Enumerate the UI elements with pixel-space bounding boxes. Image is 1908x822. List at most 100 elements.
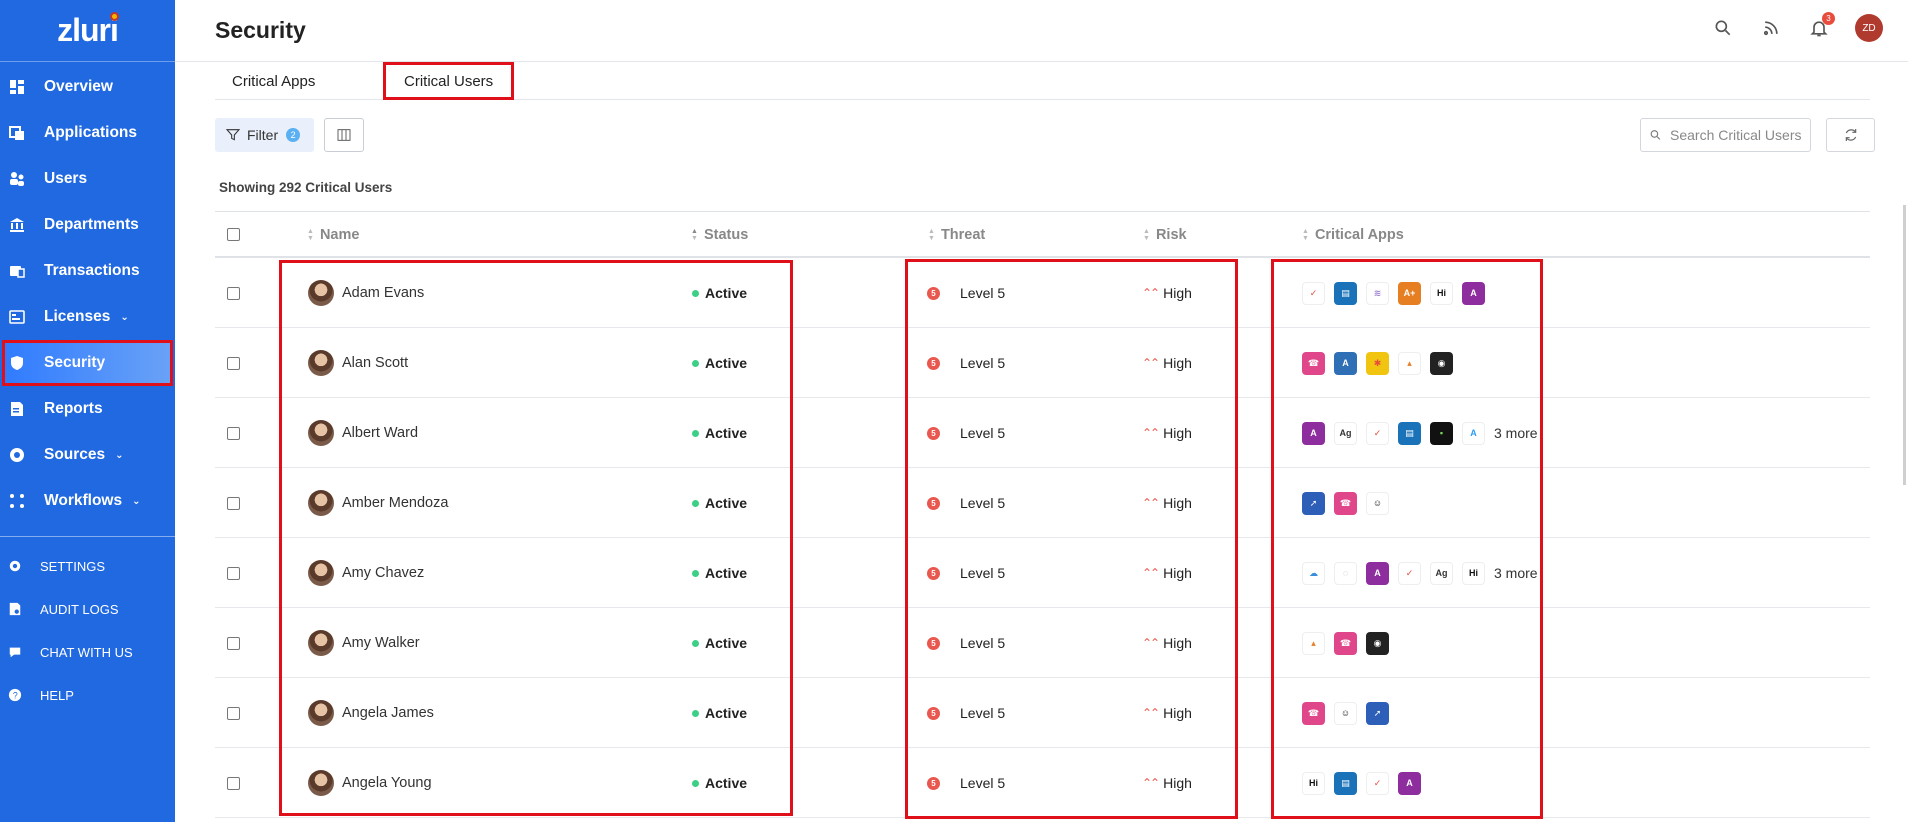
critical-app-icon[interactable]: ✓ (1398, 561, 1421, 585)
critical-app-icon[interactable]: ▤ (1334, 281, 1357, 305)
row-checkbox[interactable] (227, 286, 240, 300)
critical-app-icon[interactable]: A (1334, 351, 1357, 375)
more-apps-link[interactable]: 3 more (1494, 565, 1538, 581)
table-row[interactable]: Albert Ward Active 5 Level 5 ⌃⌃ High A Ag… (215, 398, 1870, 468)
sidebar-item-users[interactable]: Users (0, 156, 175, 202)
user-name[interactable]: Angela James (342, 705, 434, 721)
critical-app-icon[interactable]: ☺ (1366, 491, 1389, 515)
user-name[interactable]: Alan Scott (342, 355, 408, 371)
critical-app-icon[interactable]: ✓ (1302, 281, 1325, 305)
user-name[interactable]: Albert Ward (342, 425, 418, 441)
critical-app-icon[interactable]: Hi (1302, 771, 1325, 795)
sidebar-item-sources[interactable]: Sources ⌄ (0, 432, 175, 478)
column-header-critical-apps[interactable]: ▲ ▼ Critical Apps (1302, 212, 1404, 257)
sidebar-item-overview[interactable]: Overview (0, 64, 175, 110)
row-checkbox[interactable] (227, 776, 240, 790)
critical-app-icon[interactable]: ▤ (1398, 421, 1421, 445)
user-cell[interactable]: Amber Mendoza (308, 468, 448, 538)
column-header-risk[interactable]: ▲ ▼ Risk (1143, 212, 1187, 257)
sidebar-item-transactions[interactable]: Transactions (0, 248, 175, 294)
sidebar-item-departments[interactable]: Departments (0, 202, 175, 248)
user-cell[interactable]: Amy Walker (308, 608, 420, 678)
table-row[interactable]: Amy Chavez Active 5 Level 5 ⌃⌃ High ☁ ◌ A ✓… (215, 538, 1870, 608)
row-checkbox[interactable] (227, 496, 240, 510)
row-checkbox[interactable] (227, 706, 240, 720)
row-checkbox[interactable] (227, 356, 240, 370)
critical-app-icon[interactable]: ☎ (1334, 631, 1357, 655)
critical-app-icon[interactable]: A (1366, 561, 1389, 585)
critical-app-icon[interactable]: Ag (1430, 561, 1453, 585)
sidebar-item-security[interactable]: Security (2, 340, 173, 386)
critical-app-icon[interactable]: ≋ (1366, 281, 1389, 305)
table-row[interactable]: Amy Walker Active 5 Level 5 ⌃⌃ High ▴ ☎ ◉ (215, 608, 1870, 678)
sidebar-item-licenses[interactable]: Licenses ⌄ (0, 294, 175, 340)
critical-app-icon[interactable]: A (1462, 281, 1485, 305)
row-checkbox[interactable] (227, 636, 240, 650)
search-field[interactable] (1640, 118, 1811, 152)
more-apps-link[interactable]: 3 more (1494, 425, 1538, 441)
sidebar-link-chat-with-us[interactable]: CHAT WITH US (0, 631, 175, 674)
filter-button[interactable]: Filter 2 (215, 118, 314, 152)
critical-app-icon[interactable]: A (1302, 421, 1325, 445)
critical-app-icon[interactable]: ✓ (1366, 421, 1389, 445)
user-cell[interactable]: Amy Chavez (308, 538, 424, 608)
user-name[interactable]: Adam Evans (342, 285, 424, 301)
search-icon[interactable] (1711, 16, 1735, 40)
critical-app-icon[interactable]: ▤ (1334, 771, 1357, 795)
user-avatar[interactable]: ZD (1855, 14, 1883, 42)
sidebar-link-audit-logs[interactable]: AUDIT LOGS (0, 588, 175, 631)
critical-app-icon[interactable]: A+ (1398, 281, 1421, 305)
critical-app-icon[interactable]: A (1398, 771, 1421, 795)
refresh-button[interactable] (1826, 118, 1875, 152)
user-name[interactable]: Amber Mendoza (342, 495, 448, 511)
critical-app-icon[interactable]: ☎ (1334, 491, 1357, 515)
critical-app-icon[interactable]: ☎ (1302, 701, 1325, 725)
sidebar-link-settings[interactable]: SETTINGS (0, 545, 175, 588)
critical-app-icon[interactable]: ✓ (1366, 771, 1389, 795)
column-header-status[interactable]: ▲ ▼ Status (691, 212, 748, 257)
notification-bell-icon[interactable]: 3 (1807, 12, 1835, 40)
table-row[interactable]: Alan Scott Active 5 Level 5 ⌃⌃ High ☎ A ✱ ▴… (215, 328, 1870, 398)
column-header-threat[interactable]: ▲ ▼ Threat (928, 212, 985, 257)
critical-app-icon[interactable]: A (1462, 421, 1485, 445)
critical-app-icon[interactable]: ☺ (1334, 701, 1357, 725)
feed-icon[interactable] (1759, 16, 1783, 40)
critical-app-icon[interactable]: ☎ (1302, 351, 1325, 375)
critical-app-icon[interactable]: ➚ (1366, 701, 1389, 725)
row-checkbox[interactable] (227, 566, 240, 580)
columns-button[interactable] (324, 118, 364, 152)
page-scrollbar[interactable] (1903, 205, 1906, 485)
critical-app-icon[interactable]: ▴ (1398, 351, 1421, 375)
sidebar-item-reports[interactable]: Reports (0, 386, 175, 432)
sidebar-item-workflows[interactable]: Workflows ⌄ (0, 478, 175, 524)
critical-app-icon[interactable]: Hi (1430, 281, 1453, 305)
table-row[interactable]: Angela James Active 5 Level 5 ⌃⌃ High ☎ ☺… (215, 678, 1870, 748)
critical-app-icon[interactable]: ◉ (1366, 631, 1389, 655)
column-header-name[interactable]: ▲ ▼ Name (307, 212, 359, 257)
tab-critical-users[interactable]: Critical Users (383, 62, 515, 100)
row-checkbox[interactable] (227, 426, 240, 440)
critical-app-icon[interactable]: ◉ (1430, 351, 1453, 375)
user-cell[interactable]: Angela James (308, 678, 434, 748)
table-row[interactable]: Angela Young Active 5 Level 5 ⌃⌃ High Hi… (215, 748, 1870, 818)
user-cell[interactable]: Angela Young (308, 748, 432, 818)
critical-app-icon[interactable]: ✱ (1366, 351, 1389, 375)
user-cell[interactable]: Alan Scott (308, 328, 408, 398)
user-cell[interactable]: Adam Evans (308, 258, 424, 328)
user-name[interactable]: Angela Young (342, 775, 432, 791)
critical-app-icon[interactable]: ▪ (1430, 421, 1453, 445)
user-name[interactable]: Amy Chavez (342, 565, 424, 581)
critical-app-icon[interactable]: ➚ (1302, 491, 1325, 515)
critical-app-icon[interactable]: Ag (1334, 421, 1357, 445)
search-input[interactable] (1670, 127, 1810, 143)
critical-app-icon[interactable]: ☁ (1302, 561, 1325, 585)
critical-app-icon[interactable]: ◌ (1334, 561, 1357, 585)
critical-app-icon[interactable]: ▴ (1302, 631, 1325, 655)
tab-critical-apps[interactable]: Critical Apps (215, 62, 367, 100)
user-cell[interactable]: Albert Ward (308, 398, 418, 468)
sidebar-item-applications[interactable]: Applications (0, 110, 175, 156)
zluri-logo[interactable]: zluri (0, 0, 175, 62)
sidebar-link-help[interactable]: ? HELP (0, 674, 175, 717)
table-row[interactable]: Adam Evans Active 5 Level 5 ⌃⌃ High ✓ ▤ ≋ A… (215, 258, 1870, 328)
select-all-checkbox[interactable] (227, 228, 240, 241)
